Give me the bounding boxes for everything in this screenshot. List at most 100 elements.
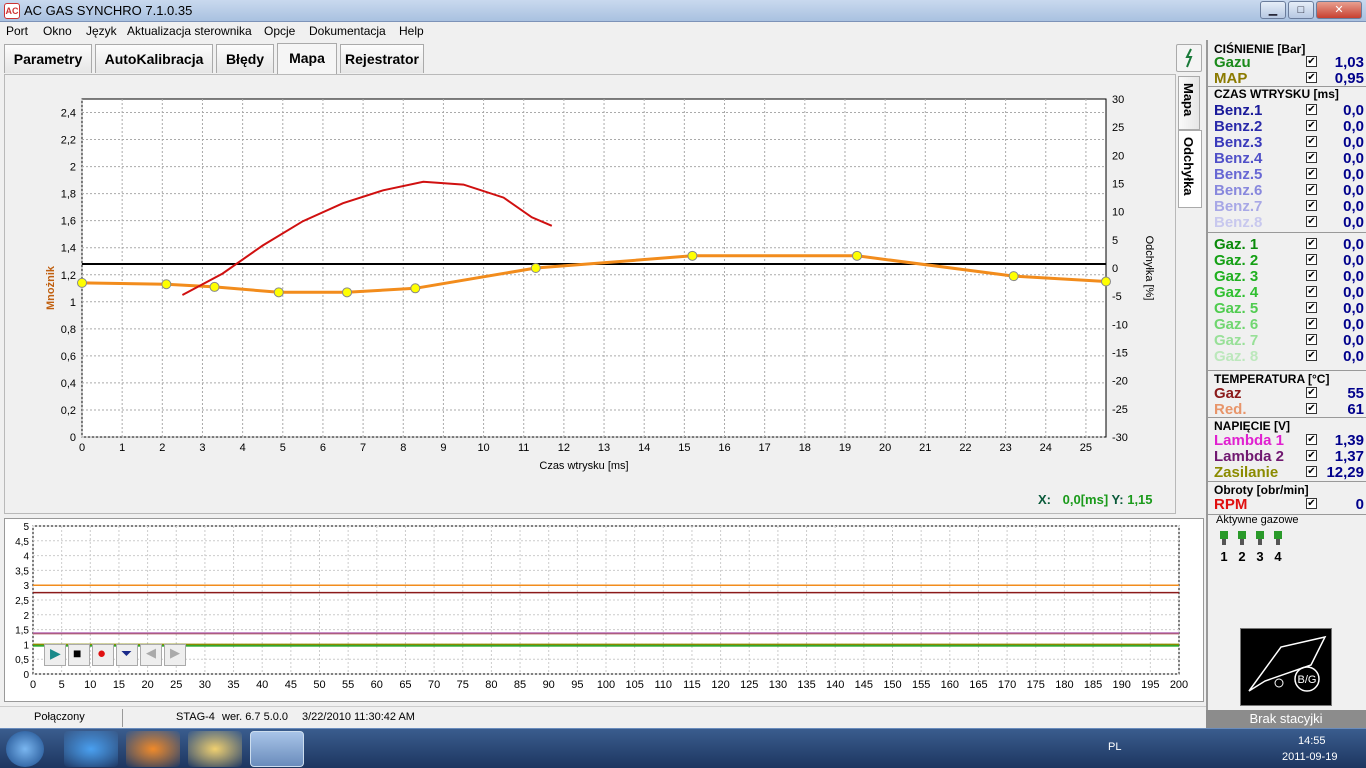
map-point-marker[interactable] [161,279,172,290]
start-button[interactable] [6,731,44,767]
minimize-button[interactable]: ▁ [1260,1,1286,19]
menu-port[interactable]: Port [6,24,28,38]
tool-icon-button[interactable] [1176,44,1202,72]
gas-injection-checkbox[interactable]: ✔ [1306,270,1317,281]
y-tick-label: 1 [70,297,76,309]
petrol-injection-checkbox[interactable]: ✔ [1306,152,1317,163]
menu-okno[interactable]: Okno [43,24,72,38]
map-point-marker[interactable] [342,287,353,298]
x-tick-label: 130 [769,679,787,691]
gas-injection-checkbox[interactable]: ✔ [1306,238,1317,249]
voltage-checkbox[interactable]: ✔ [1306,450,1317,461]
firefox-icon[interactable] [126,731,180,767]
gas-injection-checkbox[interactable]: ✔ [1306,334,1317,345]
stop-icon: ■ [73,645,82,661]
clock-time[interactable]: 14:55 [1298,735,1326,747]
petrol-injection-label: Benz.6 [1214,182,1263,199]
petrol-injection-checkbox[interactable]: ✔ [1306,168,1317,179]
gas-injection-value: 0,0 [1343,268,1364,285]
petrol-injection-checkbox[interactable]: ✔ [1306,104,1317,115]
tab-autokalibracja[interactable]: AutoKalibracja [95,44,213,73]
x-tick-label: 140 [826,679,844,691]
gas-injection-checkbox[interactable]: ✔ [1306,318,1317,329]
gas-injection-label: Gaz. 8 [1214,348,1259,365]
map-point-marker[interactable] [530,263,541,273]
map-chart[interactable]: 0 1 2 3 4 5 6 7 8 9 10 11 12 13 14 15 16 17 18 19 20 21 22 23 24… [5,75,1177,515]
x-tick-label: 8 [400,442,406,454]
gas-injection-checkbox[interactable]: ✔ [1306,286,1317,297]
y2-tick-label: -20 [1112,376,1128,388]
map-point-marker[interactable] [209,281,220,292]
pressure-checkbox[interactable]: ✔ [1306,72,1317,83]
maximize-button[interactable]: □ [1288,1,1314,19]
tab-rejestrator[interactable]: Rejestrator [340,44,424,73]
menu-opcje[interactable]: Opcje [264,24,295,38]
menu-dokumentacja[interactable]: Dokumentacja [309,24,386,38]
gas-injection-checkbox[interactable]: ✔ [1306,254,1317,265]
x-tick-label: 17 [759,442,771,454]
petrol-injection-checkbox[interactable]: ✔ [1306,120,1317,131]
map-point-marker[interactable] [1008,271,1019,282]
x-tick-label: 75 [457,679,469,691]
close-button[interactable]: ✕ [1316,1,1362,19]
scroll-left-button[interactable]: ◀ [140,644,162,666]
y-tick-label: 2 [23,611,29,622]
temperature-checkbox[interactable]: ✔ [1306,403,1317,414]
clock-date[interactable]: 2011-09-19 [1282,751,1337,763]
map-chart-panel: 0 1 2 3 4 5 6 7 8 9 10 11 12 13 14 15 16 17 18 19 20 21 22 23 24… [4,74,1176,514]
language-indicator[interactable]: PL [1108,741,1121,753]
ie-icon[interactable] [64,731,118,767]
temperature-checkbox[interactable]: ✔ [1306,387,1317,398]
scroll-right-button[interactable]: ▶ [164,644,186,666]
side-tab-odchylka[interactable]: Odchyłka [1178,130,1202,208]
menu-aktualizacja[interactable]: Aktualizacja sterownika [127,24,252,38]
map-point-marker[interactable] [273,287,284,298]
x-tick-label: 195 [1141,679,1159,691]
pressure-checkbox[interactable]: ✔ [1306,56,1317,67]
down-button[interactable]: ⏷ [116,644,138,666]
temperature-row: Gaz ✔ 55 [1214,385,1364,402]
y-tick-label: 1,2 [61,270,76,282]
menu-jezyk[interactable]: Język [86,24,117,38]
explorer-icon[interactable] [188,731,242,767]
map-point-marker[interactable] [1101,276,1111,287]
device-date: 3/22/2010 11:30:42 AM [302,711,415,723]
y-label: Y: [1111,492,1124,507]
side-tab-mapa[interactable]: Mapa [1178,76,1200,130]
tab-parametry[interactable]: Parametry [4,44,92,73]
map-point-marker[interactable] [852,250,863,261]
petrol-injection-value: 0,0 [1343,198,1364,215]
rpm-checkbox[interactable]: ✔ [1306,498,1317,509]
record-button[interactable]: ● [92,644,114,666]
map-point-marker[interactable] [77,277,87,288]
stop-button[interactable]: ■ [68,644,90,666]
recorder-chart[interactable]: 0 5 10 15 20 25 30 35 40 45 50 55 60 65 70 75 80 85 90 95 10… [5,519,1205,703]
injection-time-title: CZAS WTRYSKU [ms] [1214,87,1339,101]
petrol-injection-checkbox[interactable]: ✔ [1306,216,1317,227]
voltage-checkbox[interactable]: ✔ [1306,466,1317,477]
y-tick-label: 0,2 [61,405,76,417]
recorder-panel: 0 5 10 15 20 25 30 35 40 45 50 55 60 65 70 75 80 85 90 95 10… [4,518,1204,702]
play-icon: ▶ [50,645,61,661]
acgas-taskbar-icon[interactable] [250,731,304,767]
play-button[interactable]: ▶ [44,644,66,666]
voltage-checkbox[interactable]: ✔ [1306,434,1317,445]
x-tick-label: 165 [969,679,987,691]
y2-tick-label: 30 [1112,94,1124,106]
x-tick-label: 10 [477,442,489,454]
voltage-value: 12,29 [1326,464,1364,481]
map-point-marker[interactable] [410,283,421,294]
petrol-injection-checkbox[interactable]: ✔ [1306,136,1317,147]
petrol-injection-label: Benz.8 [1214,214,1263,231]
petrol-injection-checkbox[interactable]: ✔ [1306,184,1317,195]
tab-mapa[interactable]: Mapa [277,43,337,74]
x-tick-label: 0 [30,679,36,691]
map-point-marker[interactable] [687,250,698,261]
menu-help[interactable]: Help [399,24,424,38]
gas-injection-checkbox[interactable]: ✔ [1306,302,1317,313]
gas-injection-checkbox[interactable]: ✔ [1306,350,1317,361]
tab-bledy[interactable]: Błędy [216,44,274,73]
side-tab-mapa-label: Mapa [1181,83,1196,117]
petrol-injection-checkbox[interactable]: ✔ [1306,200,1317,211]
gas-injection-value: 0,0 [1343,252,1364,269]
